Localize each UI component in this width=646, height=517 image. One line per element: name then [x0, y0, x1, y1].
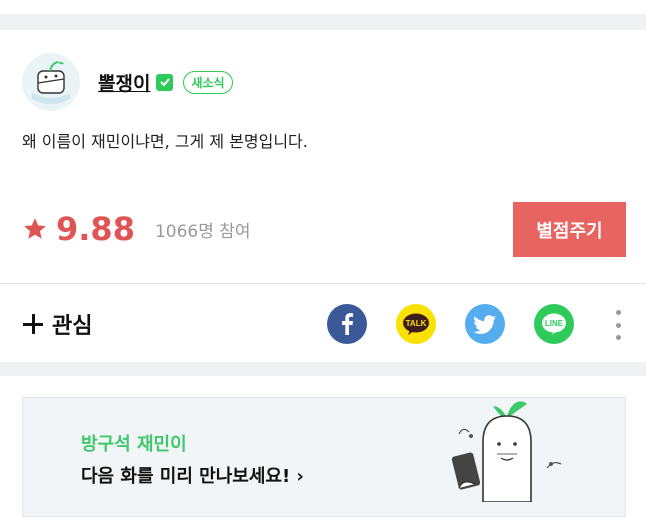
twitter-icon: [473, 315, 496, 334]
svg-text:LINE: LINE: [545, 319, 564, 328]
kakaotalk-icon: TALK: [403, 313, 429, 335]
divider: [0, 283, 646, 284]
kakaotalk-share-button[interactable]: TALK: [396, 304, 436, 344]
author-avatar[interactable]: [22, 53, 80, 111]
line-share-button[interactable]: LINE: [534, 304, 574, 344]
rating-row: 9.88 1066명 참여: [22, 210, 251, 248]
rating-score: 9.88: [56, 210, 135, 248]
banner-subtitle: 다음 화를 미리 만나보세요! ›: [81, 466, 304, 487]
more-options-icon[interactable]: [611, 310, 625, 340]
banner-character-illustration: [451, 401, 562, 502]
section-gap-middle: [0, 362, 646, 376]
star-icon: [24, 218, 46, 239]
twitter-share-button[interactable]: [465, 304, 505, 344]
banner-title: 방구석 재민이: [81, 434, 187, 455]
svg-text:TALK: TALK: [406, 319, 427, 328]
facebook-icon: [342, 313, 354, 335]
section-gap-top: [0, 14, 646, 30]
facebook-share-button[interactable]: [327, 304, 367, 344]
preview-banner[interactable]: 방구석 재민이 다음 화를 미리 만나보세요! ›: [22, 397, 626, 517]
line-icon: LINE: [542, 313, 566, 335]
interest-button[interactable]: 관심: [22, 308, 92, 340]
plus-icon: [22, 313, 44, 335]
author-row: 뽈쟁이 새소식: [22, 52, 233, 112]
avatar-illustration: [22, 53, 80, 111]
news-badge[interactable]: 새소식: [183, 70, 233, 94]
author-description: 왜 이름이 재민이냐면, 그게 제 본명입니다.: [22, 132, 308, 151]
interest-label: 관심: [52, 314, 93, 339]
rating-participants: 1066명 참여: [154, 221, 251, 242]
rate-button[interactable]: 별점주기: [513, 202, 626, 257]
verified-check-icon: [156, 73, 174, 91]
author-name[interactable]: 뽈쟁이: [98, 69, 150, 96]
